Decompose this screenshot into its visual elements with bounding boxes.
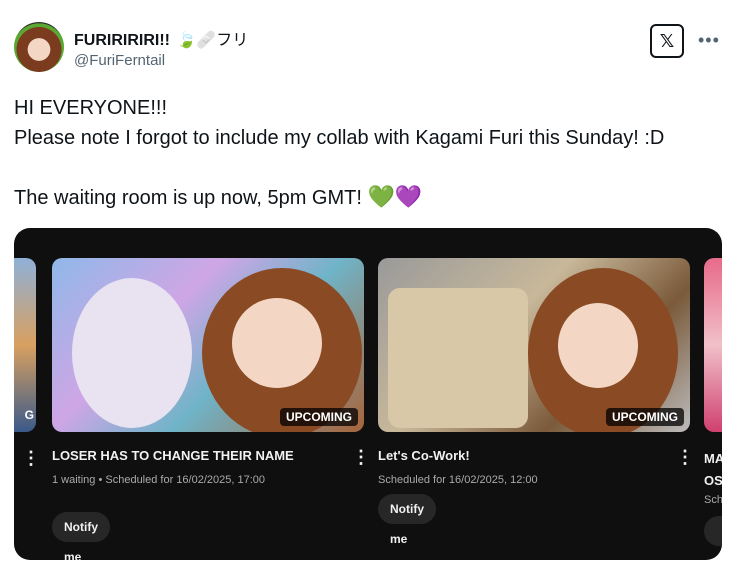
tweet-line-3: The waiting room is up now, 5pm GMT! 💚💜 <box>14 183 724 213</box>
partial-right-meta: Sch <box>704 494 722 506</box>
kebab-menu-icon[interactable]: ⋮ <box>22 448 40 469</box>
green-heart-icon: 💚 <box>367 185 395 210</box>
upcoming-badge: UPCOMING <box>280 408 358 426</box>
notify-me-button[interactable]: Notify me <box>378 494 436 546</box>
x-logo-icon[interactable]: 𝕏 <box>650 24 684 58</box>
partial-right-title[interactable]: MA OS <box>704 448 722 492</box>
notify-me-button[interactable]: Notify me <box>52 512 110 560</box>
tweet-line-1: HI EVERYONE!!! <box>14 97 168 119</box>
video-thumbnail[interactable]: UPCOMING <box>52 258 364 432</box>
partial-notify-button[interactable] <box>704 516 722 546</box>
tweet-header: FURIRIRIRI!! 🍃🩹フリ @FuriFerntail 𝕏 ••• <box>14 22 720 74</box>
partial-left-badge: G <box>24 408 34 422</box>
tweet-line-3-text: The waiting room is up now, 5pm GMT! <box>14 187 362 209</box>
avatar[interactable] <box>14 22 64 72</box>
partial-thumbnail-left[interactable]: G <box>14 258 36 432</box>
purple-heart-icon: 💜 <box>394 185 423 210</box>
embedded-media-card[interactable]: G ⋮ UPCOMING LOSER HAS TO CHANGE THEIR N… <box>14 228 722 560</box>
video-meta: Scheduled for 16/02/2025, 12:00 <box>378 474 538 486</box>
tweet-text: HI EVERYONE!!! Please note I forgot to i… <box>14 93 724 213</box>
video-title[interactable]: LOSER HAS TO CHANGE THEIR NAME <box>52 448 342 463</box>
video-thumbnail[interactable]: UPCOMING <box>378 258 690 432</box>
display-name[interactable]: FURIRIRIRI!! 🍃🩹フリ <box>74 26 248 50</box>
display-name-emoji: 🍃🩹フリ <box>176 32 249 49</box>
video-meta: 1 waiting • Scheduled for 16/02/2025, 17… <box>52 474 266 486</box>
partial-right-title-1: MA <box>704 451 722 466</box>
display-name-text[interactable]: FURIRIRIRI!! <box>74 32 170 49</box>
partial-thumbnail-right[interactable] <box>704 258 722 432</box>
kebab-menu-icon[interactable]: ⋮ <box>676 448 694 466</box>
more-icon[interactable]: ••• <box>698 30 720 51</box>
user-handle[interactable]: @FuriFerntail <box>74 52 165 69</box>
video-title[interactable]: Let's Co-Work! <box>378 448 668 463</box>
kebab-menu-icon[interactable]: ⋮ <box>352 448 370 466</box>
partial-right-title-2: OS <box>704 473 722 488</box>
upcoming-badge: UPCOMING <box>606 408 684 426</box>
tweet-line-2: Please note I forgot to include my colla… <box>14 127 665 149</box>
